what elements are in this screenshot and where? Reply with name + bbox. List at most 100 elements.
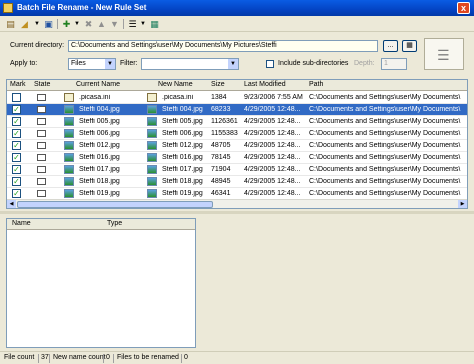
up-icon[interactable]: ▲ bbox=[96, 18, 107, 30]
mark-checkbox[interactable]: ✓ bbox=[12, 177, 21, 186]
table-row[interactable]: ✓ Steffi 004.jpg Steffi 004.jpg 68233 4/29/2… bbox=[7, 104, 467, 116]
save-icon[interactable]: ▣ bbox=[43, 18, 54, 30]
include-subdirectories-checkbox[interactable] bbox=[266, 60, 274, 68]
column-size[interactable]: Size bbox=[211, 81, 225, 88]
current-name-cell: Steffi 016.jpg bbox=[79, 154, 120, 161]
delete-icon[interactable]: ✖ bbox=[83, 18, 94, 30]
mark-checkbox[interactable]: ✓ bbox=[12, 189, 21, 198]
view-icon[interactable]: ☰ bbox=[127, 18, 138, 30]
chevron-right-icon[interactable]: ▶ bbox=[458, 200, 467, 208]
table-row[interactable]: ✓ Steffi 017.jpg Steffi 017.jpg 71904 4/29/2… bbox=[7, 164, 467, 176]
file-icon bbox=[64, 165, 74, 174]
chevron-down-icon[interactable]: ▼ bbox=[33, 18, 41, 30]
file-icon bbox=[147, 165, 157, 174]
table-row[interactable]: ✓ Steffi 012.jpg Steffi 012.jpg 48705 4/29/2… bbox=[7, 140, 467, 152]
file-count-value: 37 bbox=[41, 354, 49, 361]
close-button[interactable]: x bbox=[457, 2, 470, 14]
rename-action-button[interactable]: ☰ bbox=[424, 38, 464, 70]
browse-button[interactable]: ... bbox=[383, 40, 398, 52]
mark-checkbox[interactable]: ✓ bbox=[12, 141, 21, 150]
file-icon bbox=[147, 93, 157, 102]
splitter[interactable] bbox=[0, 211, 474, 214]
file-icon bbox=[64, 129, 74, 138]
table-row[interactable]: ✓ Steffi 018.jpg Steffi 018.jpg 48945 4/29/2… bbox=[7, 176, 467, 188]
chevron-down-icon: ▼ bbox=[105, 59, 115, 69]
new-name-cell: Steffi 019.jpg bbox=[162, 190, 203, 197]
current-directory-input[interactable]: C:\Documents and Settings\user\My Docume… bbox=[68, 40, 378, 52]
last-modified-cell: 9/23/2006 7:55 AM bbox=[244, 94, 303, 101]
last-modified-cell: 4/29/2005 12:48... bbox=[244, 154, 301, 161]
column-last-modified[interactable]: Last Modified bbox=[244, 81, 286, 88]
size-cell: 78145 bbox=[211, 154, 231, 161]
column-name[interactable]: Name bbox=[12, 220, 31, 227]
chevron-down-icon[interactable]: ▼ bbox=[73, 18, 81, 30]
chevron-down-icon[interactable]: ▼ bbox=[139, 18, 147, 30]
files-to-rename-value: 0 bbox=[184, 354, 188, 361]
depth-stepper[interactable]: 1 bbox=[381, 58, 407, 70]
filter-select[interactable]: ▼ bbox=[141, 58, 239, 70]
path-cell: C:\Documents and Settings\user\My Docume… bbox=[309, 142, 461, 149]
horizontal-scrollbar[interactable]: ◀ ▶ bbox=[7, 199, 467, 208]
size-cell: 1126361 bbox=[211, 118, 238, 125]
state-icon bbox=[37, 106, 46, 113]
size-cell: 48945 bbox=[211, 178, 231, 185]
grid-header: Mark State Current Name New Name Size La… bbox=[7, 80, 467, 91]
refresh-button[interactable]: ▦ bbox=[402, 40, 417, 52]
table-row[interactable]: ✓ Steffi 005.jpg Steffi 005.jpg 1126361 4/29… bbox=[7, 116, 467, 128]
column-state[interactable]: State bbox=[34, 81, 50, 88]
column-mark[interactable]: Mark bbox=[10, 81, 26, 88]
column-new-name[interactable]: New Name bbox=[158, 81, 193, 88]
path-cell: C:\Documents and Settings\user\My Docume… bbox=[309, 94, 461, 101]
path-cell: C:\Documents and Settings\user\My Docume… bbox=[309, 178, 461, 185]
table-row[interactable]: .picasa.ini .picasa.ini 1384 9/23/2006 7:55… bbox=[7, 92, 467, 104]
add-icon[interactable]: ✚ bbox=[61, 18, 72, 30]
detail-header: Name Type bbox=[7, 219, 195, 230]
toolbar: ▤ ◢ ▼ ▣ ✚ ▼ ✖ ▲ ▼ ☰ ▼ ▦ bbox=[0, 16, 474, 32]
window-title: Batch File Rename - New Rule Set bbox=[17, 3, 147, 12]
new-name-cell: Steffi 012.jpg bbox=[162, 142, 203, 149]
new-name-cell: Steffi 016.jpg bbox=[162, 154, 203, 161]
chevron-left-icon[interactable]: ◀ bbox=[7, 200, 16, 208]
new-name-cell: Steffi 017.jpg bbox=[162, 166, 203, 173]
new-name-cell: Steffi 005.jpg bbox=[162, 118, 203, 125]
new-name-count-label: New name count bbox=[53, 354, 106, 361]
open-icon[interactable]: ◢ bbox=[19, 18, 30, 30]
path-cell: C:\Documents and Settings\user\My Docume… bbox=[309, 166, 461, 173]
down-icon[interactable]: ▼ bbox=[109, 18, 120, 30]
mark-checkbox[interactable]: ✓ bbox=[12, 117, 21, 126]
state-icon bbox=[37, 190, 46, 197]
column-path[interactable]: Path bbox=[309, 81, 323, 88]
path-cell: C:\Documents and Settings\user\My Docume… bbox=[309, 190, 461, 197]
files-to-rename-label: Files to be renamed bbox=[117, 354, 179, 361]
depth-label: Depth: bbox=[354, 60, 375, 67]
file-icon bbox=[64, 177, 74, 186]
column-current-name[interactable]: Current Name bbox=[76, 81, 120, 88]
file-icon bbox=[147, 105, 157, 114]
scroll-thumb[interactable] bbox=[17, 201, 213, 208]
mark-checkbox[interactable]: ✓ bbox=[12, 105, 21, 114]
chevron-down-icon: ▼ bbox=[228, 59, 238, 69]
mark-checkbox[interactable]: ✓ bbox=[12, 129, 21, 138]
file-grid: Mark State Current Name New Name Size La… bbox=[6, 79, 468, 209]
column-type[interactable]: Type bbox=[107, 220, 122, 227]
last-modified-cell: 4/29/2005 12:48... bbox=[244, 178, 301, 185]
state-icon bbox=[37, 142, 46, 149]
table-row[interactable]: ✓ Steffi 006.jpg Steffi 006.jpg 1155383 4/29… bbox=[7, 128, 467, 140]
apply-to-label: Apply to: bbox=[10, 60, 38, 67]
copy-icon[interactable]: ▦ bbox=[149, 18, 160, 30]
include-subdirectories-label: Include sub-directories bbox=[278, 60, 349, 67]
current-name-cell: Steffi 019.jpg bbox=[79, 190, 120, 197]
new-icon[interactable]: ▤ bbox=[5, 18, 16, 30]
file-icon bbox=[64, 153, 74, 162]
apply-to-select[interactable]: Files ▼ bbox=[68, 58, 116, 70]
table-row[interactable]: ✓ Steffi 016.jpg Steffi 016.jpg 78145 4/29/2… bbox=[7, 152, 467, 164]
last-modified-cell: 4/29/2005 12:48... bbox=[244, 106, 301, 113]
size-cell: 71904 bbox=[211, 166, 231, 173]
file-icon bbox=[147, 129, 157, 138]
file-icon bbox=[147, 177, 157, 186]
mark-checkbox[interactable]: ✓ bbox=[12, 165, 21, 174]
last-modified-cell: 4/29/2005 12:48... bbox=[244, 190, 301, 197]
mark-checkbox[interactable]: ✓ bbox=[12, 153, 21, 162]
mark-checkbox[interactable] bbox=[12, 93, 21, 102]
last-modified-cell: 4/29/2005 12:48... bbox=[244, 166, 301, 173]
